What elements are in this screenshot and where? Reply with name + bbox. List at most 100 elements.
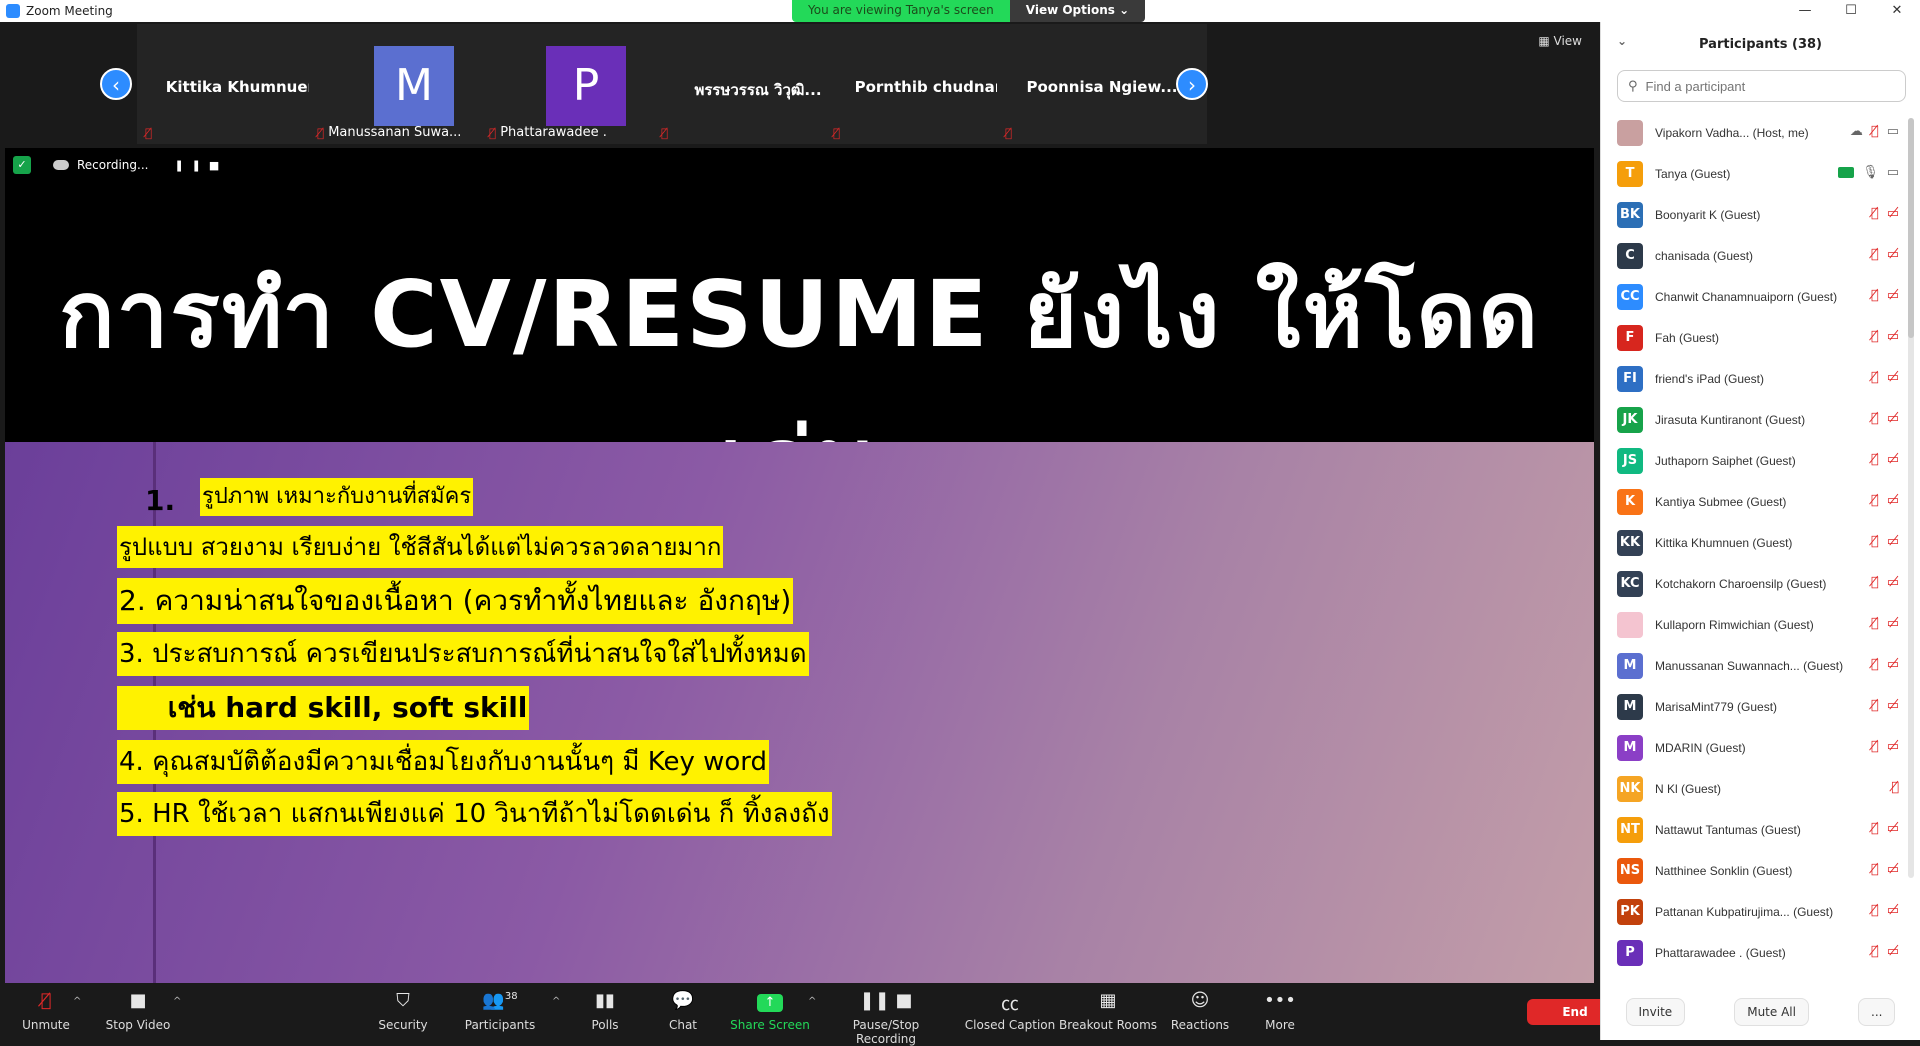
stop-video-button[interactable]: ■ Stop Video — [98, 990, 178, 1032]
pause-stop-icon: ❚❚ ■ — [859, 990, 913, 1011]
meeting-stage: ‹ Kittika Khumnuen 🎙̸ M 🎙̸ Manussanan Suw… — [0, 22, 1600, 984]
participants-icon: 👥38 — [482, 990, 518, 1011]
shield-icon: ✓ — [13, 156, 31, 174]
invite-button[interactable]: Invite — [1625, 998, 1686, 1026]
list-item[interactable]: P Phattarawadee . (Guest) 🎙̸ ▭̸ — [1601, 932, 1905, 973]
security-button[interactable]: ⛉ Security — [363, 990, 443, 1032]
share-screen-label: Share Screen — [730, 1018, 810, 1032]
list-item[interactable]: NK N Kl (Guest) 🎙̸ — [1601, 768, 1905, 809]
share-options-chevron-icon[interactable]: ^ — [808, 996, 816, 1007]
avatar: JS — [1617, 447, 1643, 474]
mic-muted-icon: 🎙̸ — [145, 126, 153, 140]
list-item[interactable]: CC Chanwit Chanamnuaiporn (Guest) 🎙̸ ▭̸ — [1601, 276, 1905, 317]
mic-muted-icon: 🎙̸ — [489, 125, 497, 140]
recording-indicator: ✓ Recording... ❚❚■ — [13, 156, 227, 174]
share-screen-button[interactable]: ↑ Share Screen — [730, 990, 810, 1032]
mic-muted-icon: 🎙̸ — [1870, 903, 1879, 918]
list-item[interactable]: Kullaporn Rimwichian (Guest) 🎙̸ ▭̸ — [1601, 604, 1905, 645]
mic-muted-icon: 🎙̸ — [1870, 657, 1879, 672]
breakout-rooms-button[interactable]: ▦ Breakout Rooms — [1058, 990, 1158, 1032]
camera-off-icon: ▭̸ — [1886, 698, 1899, 713]
list-item[interactable]: BK Boonyarit K (Guest) 🎙̸ ▭̸ — [1601, 194, 1905, 235]
participants-options-chevron-icon[interactable]: ^ — [552, 996, 560, 1007]
unmute-label: Unmute — [22, 1018, 70, 1032]
participants-count: 38 — [504, 991, 518, 1002]
avatar — [1617, 611, 1643, 638]
mic-muted-icon: 🎙̸ — [1870, 575, 1879, 590]
pause-stop-recording-button[interactable]: ❚❚ ■ Pause/Stop Recording — [826, 990, 946, 1046]
mute-all-button[interactable]: Mute All — [1734, 998, 1809, 1026]
avatar: P — [546, 46, 626, 126]
list-item[interactable]: KK Kittika Khumnuen (Guest) 🎙̸ ▭̸ — [1601, 522, 1905, 563]
list-item[interactable]: F Fah (Guest) 🎙̸ ▭̸ — [1601, 317, 1905, 358]
close-button[interactable]: ✕ — [1874, 0, 1920, 22]
mic-muted-icon: 🎙̸ — [1870, 288, 1879, 303]
list-item[interactable]: M Manussanan Suwannach... (Guest) 🎙̸ ▭̸ — [1601, 645, 1905, 686]
avatar: M — [1617, 734, 1643, 761]
closed-caption-button[interactable]: ㏄ Closed Caption — [960, 990, 1060, 1032]
list-item[interactable]: K Kantiya Submee (Guest) 🎙̸ ▭̸ — [1601, 481, 1905, 522]
participant-name: Chanwit Chanamnuaiporn (Guest) — [1655, 289, 1838, 304]
participants-button[interactable]: 👥38 Participants — [460, 990, 540, 1032]
breakout-rooms-label: Breakout Rooms — [1058, 1018, 1158, 1032]
scrollbar-thumb[interactable] — [1908, 118, 1914, 338]
participant-list: Vipakorn Vadha... (Host, me) ☁ 🎙̸ ▭ T Tanya … — [1601, 112, 1905, 974]
pause-stop-recording-label: Pause/Stop Recording — [852, 1018, 920, 1046]
camera-off-icon: ▭̸ — [1886, 206, 1899, 221]
more-icon: ••• — [1264, 990, 1296, 1011]
mic-muted-icon: 🎙̸ — [833, 126, 841, 140]
avatar: K — [1617, 488, 1643, 515]
list-item[interactable]: M MarisaMint779 (Guest) 🎙̸ ▭̸ — [1601, 686, 1905, 727]
list-item[interactable]: NS Natthinee Sonklin (Guest) 🎙̸ ▭̸ — [1601, 850, 1905, 891]
mic-muted-icon: 🎙̸ — [1870, 944, 1879, 959]
audio-options-chevron-icon[interactable]: ^ — [73, 996, 81, 1007]
list-item[interactable]: T Tanya (Guest) 🎙 ▭ — [1601, 153, 1905, 194]
breakout-rooms-icon: ▦ — [1099, 990, 1117, 1011]
list-item[interactable]: M MDARIN (Guest) 🎙̸ ▭̸ — [1601, 727, 1905, 768]
maximize-button[interactable]: ☐ — [1828, 0, 1874, 22]
prev-page-arrow-icon[interactable]: ‹ — [100, 68, 132, 100]
mic-muted-icon: 🎙̸ — [1870, 124, 1879, 139]
tile-footer-name: Phattarawadee . — [500, 125, 607, 140]
collapse-chevron-icon[interactable]: ⌄ — [1617, 34, 1627, 48]
view-layout-button[interactable]: ▦ View — [1538, 34, 1582, 48]
meeting-toolbar: 🎙̸ Unmute ^ ■ Stop Video ^ ⛉ Security 👥3… — [0, 984, 1623, 1046]
more-options-button[interactable]: ... — [1858, 998, 1896, 1026]
list-item[interactable]: FI friend's iPad (Guest) 🎙̸ ▭̸ — [1601, 358, 1905, 399]
mic-muted-icon: 🎙̸ — [1870, 862, 1879, 877]
avatar: P — [1617, 939, 1643, 966]
list-item[interactable]: KC Kotchakorn Charoensilp (Guest) 🎙̸ ▭̸ — [1601, 563, 1905, 604]
participant-search[interactable]: ⚲ — [1617, 70, 1906, 102]
slide-body: 1. รูปภาพ เหมาะกับงานที่สมัคร รูปแบบ สวย… — [5, 442, 1594, 983]
list-item[interactable]: JS Juthaporn Saiphet (Guest) 🎙̸ ▭̸ — [1601, 440, 1905, 481]
viewing-banner: You are viewing Tanya's screen View Opti… — [792, 0, 1146, 22]
participant-list-scrollbar[interactable] — [1908, 118, 1914, 878]
list-item[interactable]: NT Nattawut Tantumas (Guest) 🎙̸ ▭̸ — [1601, 809, 1905, 850]
participant-name: Boonyarit K (Guest) — [1655, 207, 1761, 222]
slide-line-1b: รูปแบบ สวยงาม เรียบง่าย ใช้สีสันได้แต่ไม… — [117, 526, 724, 568]
closed-caption-label: Closed Caption — [964, 1018, 1056, 1032]
search-input[interactable] — [1645, 78, 1886, 94]
security-label: Security — [378, 1018, 428, 1032]
list-item[interactable]: PK Pattanan Kubpatirujima... (Guest) 🎙̸ ▭̸ — [1601, 891, 1905, 932]
chat-button[interactable]: 💬 Chat — [643, 990, 723, 1032]
list-item[interactable]: Vipakorn Vadha... (Host, me) ☁ 🎙̸ ▭ — [1601, 112, 1905, 153]
video-options-chevron-icon[interactable]: ^ — [173, 996, 181, 1007]
chat-icon: 💬 — [671, 990, 695, 1011]
list-item[interactable]: Cchanisada (Guest) 🎙̸ ▭̸ — [1601, 235, 1905, 276]
reactions-button[interactable]: ☺ Reactions — [1160, 990, 1240, 1032]
stop-video-label: Stop Video — [105, 1018, 171, 1032]
avatar: KK — [1617, 529, 1643, 556]
mic-muted-icon: 🎙̸ — [1870, 821, 1879, 836]
list-item[interactable]: JK Jirasuta Kuntiranont (Guest) 🎙̸ ▭̸ — [1601, 399, 1905, 440]
camera-off-icon: ▭̸ — [1886, 247, 1899, 262]
camera-off-icon: ▭̸ — [1886, 821, 1899, 836]
polls-button[interactable]: ▮▮ Polls — [565, 990, 645, 1032]
next-page-arrow-icon[interactable]: › — [1176, 68, 1208, 100]
more-button[interactable]: ••• More — [1240, 990, 1320, 1032]
avatar: F — [1617, 324, 1643, 351]
view-options-button[interactable]: View Options ⌄ — [1009, 0, 1146, 22]
viewing-status: You are viewing Tanya's screen — [792, 0, 1010, 22]
minimize-button[interactable]: — — [1782, 0, 1828, 22]
pause-stop-recording-icons[interactable]: ❚❚■ — [174, 159, 227, 172]
